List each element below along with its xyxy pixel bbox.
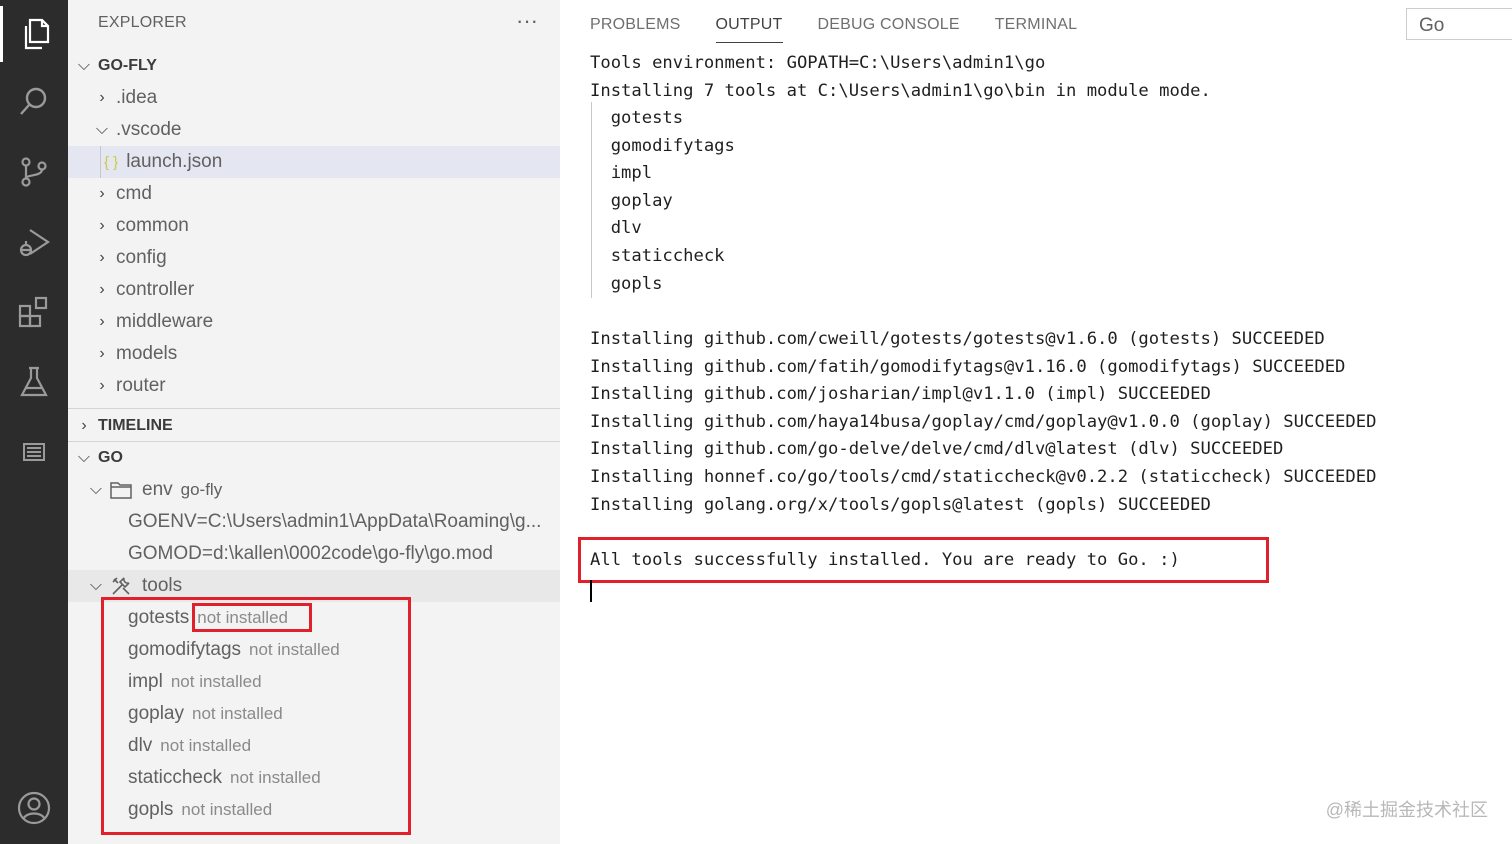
chevron-right-icon: ›: [99, 345, 105, 362]
output-line: gomodifytags: [590, 136, 735, 156]
source-control-icon[interactable]: [0, 144, 68, 200]
env-label: env: [142, 479, 173, 500]
output-line: Installing github.com/cweill/gotests/got…: [590, 329, 1325, 349]
output-line: impl: [590, 163, 653, 183]
go-section-header[interactable]: ⌵ GO: [68, 442, 560, 474]
gomod-item[interactable]: GOMOD=d:\kallen\0002code\go-fly\go.mod: [68, 538, 560, 570]
timeline-section-header[interactable]: › TIMELINE: [68, 410, 560, 442]
env-value: go-fly: [180, 480, 223, 499]
tree-item-launch-json[interactable]: { } launch.json: [68, 146, 560, 178]
goenv-value: GOENV=C:\Users\admin1\AppData\Roaming\g.…: [128, 511, 542, 532]
tree-item-label: config: [116, 247, 167, 268]
tree-item-label: router: [116, 375, 166, 396]
text-cursor: [590, 580, 592, 602]
tree-item-cmd[interactable]: › cmd: [68, 178, 560, 210]
folder-icon: [110, 481, 132, 499]
output-line: Tools environment: GOPATH=C:\Users\admin…: [590, 53, 1046, 73]
extensions-icon[interactable]: [0, 284, 68, 340]
output-line: Installing github.com/fatih/gomodifytags…: [590, 357, 1346, 377]
tree-item-label: models: [116, 343, 178, 364]
go-section-title: GO: [98, 449, 123, 466]
explorer-icon[interactable]: [0, 6, 68, 62]
panel-tabs: PROBLEMS OUTPUT DEBUG CONSOLE TERMINAL: [590, 16, 1112, 43]
output-line: Installing github.com/go-delve/delve/cmd…: [590, 439, 1284, 459]
tree-item-router[interactable]: › router: [68, 370, 560, 402]
tree-item-label: common: [116, 215, 189, 236]
tree-item-config[interactable]: › config: [68, 242, 560, 274]
chevron-down-icon: ⌵: [77, 449, 91, 466]
output-panel: PROBLEMS OUTPUT DEBUG CONSOLE TERMINAL G…: [560, 0, 1512, 844]
output-channel-select[interactable]: Go: [1406, 8, 1512, 40]
tab-debug-console[interactable]: DEBUG CONSOLE: [818, 16, 960, 43]
section-divider: [68, 408, 560, 409]
chevron-down-icon: ⌵: [89, 577, 103, 594]
tree-item-common[interactable]: › common: [68, 210, 560, 242]
output-line: staticcheck: [590, 246, 725, 266]
chevron-down-icon: ⌵: [89, 481, 103, 498]
output-line: Installing 7 tools at C:\Users\admin1\go…: [590, 81, 1211, 101]
search-icon[interactable]: [0, 74, 68, 130]
tree-item-idea[interactable]: › .idea: [68, 82, 560, 114]
output-list-icon[interactable]: [0, 424, 68, 480]
tree-item-label: .idea: [116, 87, 158, 108]
output-line: Installing honnef.co/go/tools/cmd/static…: [590, 467, 1377, 487]
tab-output[interactable]: OUTPUT: [715, 16, 783, 43]
activity-bar: [0, 0, 68, 844]
chevron-right-icon: ›: [99, 217, 105, 234]
tab-problems[interactable]: PROBLEMS: [590, 16, 681, 43]
output-line: gopls: [590, 274, 663, 294]
tree-item-vscode[interactable]: ⌵ .vscode: [68, 114, 560, 146]
output-line: Installing golang.org/x/tools/gopls@late…: [590, 495, 1211, 515]
tree-item-controller[interactable]: › controller: [68, 274, 560, 306]
tree-item-label: controller: [116, 279, 195, 300]
output-line: Installing github.com/haya14busa/goplay/…: [590, 412, 1377, 432]
timeline-title: TIMELINE: [98, 417, 173, 434]
tree-item-label: launch.json: [126, 151, 223, 172]
tree-item-label: .vscode: [116, 119, 182, 140]
tree-item-label: cmd: [116, 183, 152, 204]
output-line: Installing github.com/josharian/impl@v1.…: [590, 384, 1211, 404]
chevron-right-icon: ›: [99, 377, 105, 394]
explorer-sidebar: EXPLORER ··· ⌵ GO-FLY › .idea ⌵ .vscode …: [68, 0, 560, 844]
tree-item-label: middleware: [116, 311, 214, 332]
workspace-name: GO-FLY: [98, 57, 157, 74]
chevron-right-icon: ›: [81, 417, 87, 434]
json-file-icon: { }: [104, 153, 119, 171]
workspace-header[interactable]: ⌵ GO-FLY: [68, 50, 560, 82]
gomod-value: GOMOD=d:\kallen\0002code\go-fly\go.mod: [128, 543, 493, 564]
explorer-title: EXPLORER: [98, 14, 187, 31]
chevron-right-icon: ›: [99, 89, 105, 106]
highlight-box-tools: [101, 597, 411, 835]
output-line: goplay: [590, 191, 673, 211]
tree-item-models[interactable]: › models: [68, 338, 560, 370]
chevron-right-icon: ›: [99, 281, 105, 298]
testing-icon[interactable]: [0, 354, 68, 410]
chevron-right-icon: ›: [99, 249, 105, 266]
chevron-right-icon: ›: [99, 185, 105, 202]
highlight-box-success: [578, 537, 1269, 583]
indent-guide: [591, 102, 592, 298]
chevron-down-icon: ⌵: [77, 57, 91, 74]
indent-guide: [100, 146, 101, 178]
watermark: @稀土掘金技术社区: [1325, 800, 1488, 820]
output-line: dlv: [590, 218, 642, 238]
run-debug-icon[interactable]: [0, 214, 68, 270]
env-node[interactable]: ⌵ env go-fly: [68, 474, 560, 506]
tab-terminal[interactable]: TERMINAL: [995, 16, 1078, 43]
chevron-right-icon: ›: [99, 313, 105, 330]
more-actions-icon[interactable]: ···: [516, 8, 538, 34]
goenv-item[interactable]: GOENV=C:\Users\admin1\AppData\Roaming\g.…: [68, 506, 560, 538]
tools-label: tools: [142, 575, 183, 596]
output-line: gotests: [590, 108, 684, 128]
tools-icon: [110, 575, 132, 597]
tree-item-middleware[interactable]: › middleware: [68, 306, 560, 338]
account-icon[interactable]: [0, 780, 68, 836]
chevron-down-icon: ⌵: [95, 121, 109, 138]
